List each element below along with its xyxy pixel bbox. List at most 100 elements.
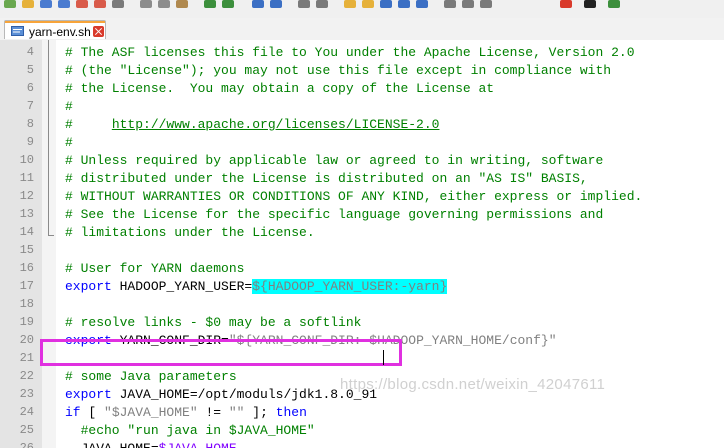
code-token: export [65,387,112,402]
code-token: # [65,117,112,132]
tab-bar: yarn-env.sh [0,18,724,41]
open-folder-icon[interactable] [22,0,34,8]
zoom-in-icon[interactable] [298,0,310,8]
code-token: # [65,135,73,150]
code-text: # Unless required by applicable law or a… [65,154,603,167]
line-number: 10 [19,153,34,167]
code-text: export HADOOP_YARN_USER=${HADOOP_YARN_US… [65,279,448,294]
code-line: 7 # [0,97,724,115]
stop-macro-icon[interactable] [584,0,596,8]
tab-active-indicator [5,21,105,23]
line-number: 26 [19,441,34,448]
line-number: 13 [19,207,34,221]
code-line: 4 # The ASF licenses this file to You und… [0,43,724,61]
code-token: # See the License for the specific langu… [65,207,604,222]
code-token: ]; [244,405,276,420]
doc-map-icon[interactable] [462,0,474,8]
code-token: "$JAVA_HOME" [104,405,198,420]
line-number: 14 [19,225,34,239]
close-all-icon[interactable] [94,0,106,8]
code-line: 18 [0,295,724,313]
sync-horizontal-icon[interactable] [362,0,374,8]
code-line: 9 # [0,133,724,151]
code-line: 24 if [ "$JAVA_HOME" != "" ]; then [0,403,724,421]
code-text: # [65,136,73,149]
find-icon[interactable] [252,0,264,8]
user-lang-icon[interactable] [444,0,456,8]
code-token: # resolve links - $0 may be a softlink [65,315,362,330]
line-number: 5 [26,63,34,77]
code-token: # distributed under the License is distr… [65,171,588,186]
close-icon[interactable] [76,0,88,8]
sync-vertical-icon[interactable] [344,0,356,8]
code-token: # limitations under the License. [65,225,315,240]
replace-icon[interactable] [270,0,282,8]
code-line: 16 # User for YARN daemons [0,259,724,277]
line-number: 16 [19,261,34,275]
code-text: # the License. You may obtain a copy of … [65,82,494,95]
tab-yarn-env[interactable]: yarn-env.sh [4,20,106,39]
tab-close-icon[interactable] [93,26,104,37]
indent-guide-icon[interactable] [416,0,428,8]
code-token: $JAVA_HOME [159,441,237,448]
code-token: # User for YARN daemons [65,261,245,276]
cut-icon[interactable] [140,0,152,8]
line-number: 19 [19,315,34,329]
undo-icon[interactable] [204,0,216,8]
toolbar [0,0,724,19]
code-line: 6 # the License. You may obtain a copy of… [0,79,724,97]
code-text: # limitations under the License. [65,226,315,239]
line-number: 9 [26,135,34,149]
line-number: 20 [19,333,34,347]
line-number: 18 [19,297,34,311]
zoom-out-icon[interactable] [316,0,328,8]
line-number: 12 [19,189,34,203]
code-line: 8 # http://www.apache.org/licenses/LICENS… [0,115,724,133]
code-token: then [275,405,307,420]
code-token: # [65,99,73,114]
code-text: # See the License for the specific langu… [65,208,603,221]
code-token: # The ASF licenses this file to You unde… [65,45,635,60]
tab-label: yarn-env.sh [29,25,91,39]
play-macro-icon[interactable] [608,0,620,8]
code-text: # The ASF licenses this file to You unde… [65,46,635,59]
line-number: 6 [26,81,34,95]
code-token: #echo "run java in $JAVA_HOME" [65,423,315,438]
save-icon[interactable] [40,0,52,8]
code-text: # http://www.apache.org/licenses/LICENSE… [65,118,439,131]
line-number: 23 [19,387,34,401]
redo-icon[interactable] [222,0,234,8]
code-token: # Unless required by applicable law or a… [65,153,604,168]
save-all-icon[interactable] [58,0,70,8]
line-number: 11 [19,171,34,185]
line-number: 24 [19,405,34,419]
all-chars-icon[interactable] [398,0,410,8]
code-line: 14 # limitations under the License. [0,223,724,241]
word-wrap-icon[interactable] [380,0,392,8]
code-text: # (the "License"); you may not use this … [65,64,611,77]
code-text: # resolve links - $0 may be a softlink [65,316,361,329]
record-macro-icon[interactable] [560,0,572,8]
code-text: # User for YARN daemons [65,262,244,275]
line-number: 22 [19,369,34,383]
code-line: 10 # Unless required by applicable law or… [0,151,724,169]
paste-icon[interactable] [176,0,188,8]
print-icon[interactable] [112,0,124,8]
new-file-icon[interactable] [4,0,16,8]
code-text: export JAVA_HOME=/opt/moduls/jdk1.8.0_91 [65,388,377,401]
line-number: 7 [26,99,34,113]
code-text: #echo "run java in $JAVA_HOME" [65,424,315,437]
annotation-highlight-box [40,339,402,366]
line-number: 21 [19,351,34,365]
code-line: 26 JAVA_HOME=$JAVA_HOME [0,439,724,448]
function-list-icon[interactable] [480,0,492,8]
code-token: http://www.apache.org/licenses/LICENSE-2… [111,117,440,132]
code-token: # (the "License"); you may not use this … [65,63,612,78]
copy-icon[interactable] [158,0,170,8]
code-line: 17 export HADOOP_YARN_USER=${HADOOP_YARN_… [0,277,724,295]
code-line: 5 # (the "License"); you may not use this… [0,61,724,79]
code-token: [ [80,405,105,420]
code-line: 15 [0,241,724,259]
code-text: if [ "$JAVA_HOME" != "" ]; then [65,406,307,419]
code-text: # [65,100,73,113]
